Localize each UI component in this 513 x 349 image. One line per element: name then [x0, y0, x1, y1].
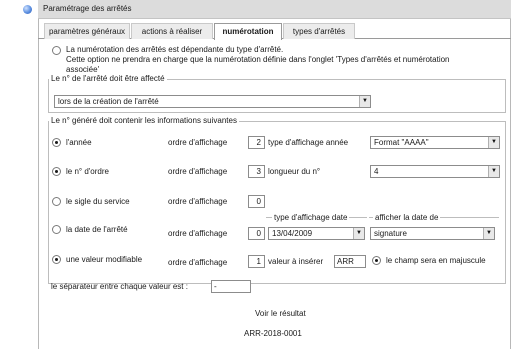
- sigle-radio[interactable]: [52, 197, 61, 206]
- date-type-value: 13/04/2009: [272, 229, 313, 238]
- date-display-value: signature: [374, 229, 407, 238]
- view-result-link[interactable]: Voir le résultat: [255, 309, 306, 319]
- date-type-label: type d'affichage date: [272, 213, 350, 222]
- date-label: la date de l'arrêté: [66, 225, 128, 234]
- dependence-line-1: La numérotation des arrêtés est dépendan…: [66, 45, 284, 54]
- tab-types-arretes[interactable]: types d'arrêtés: [283, 23, 355, 39]
- sigle-label: le sigle du service: [66, 197, 130, 206]
- ordre-length-value: 4: [374, 167, 379, 176]
- year-order-label: ordre d'affichage: [168, 138, 228, 147]
- uppercase-radio[interactable]: [372, 256, 381, 265]
- chevron-down-icon[interactable]: ▼: [488, 166, 499, 177]
- tab-numerotation[interactable]: numérotation: [214, 23, 282, 40]
- window-title: Paramétrage des arrêtés: [38, 0, 511, 19]
- year-type-select[interactable]: Format "AAAA" ▼: [370, 136, 500, 149]
- year-label: l'année: [66, 138, 92, 147]
- content-legend: Le n° généré doit contenir les informati…: [49, 116, 239, 125]
- tab-parametres-generaux[interactable]: paramètres généraux: [44, 23, 130, 39]
- sigle-order-label: ordre d'affichage: [168, 197, 228, 206]
- dependence-line-2: Cette option ne prendra en charge que la…: [66, 55, 450, 64]
- ordre-length-label: longueur du n°: [268, 167, 321, 176]
- ordre-order-label: ordre d'affichage: [168, 167, 228, 176]
- chevron-down-icon[interactable]: ▼: [488, 137, 499, 148]
- chevron-down-icon[interactable]: ▼: [353, 228, 364, 239]
- date-radio[interactable]: [52, 225, 61, 234]
- ordre-length-select[interactable]: 4 ▼: [370, 165, 500, 178]
- ordre-radio[interactable]: [52, 167, 61, 176]
- custom-insert-label: valeur à insérer: [268, 257, 324, 266]
- uppercase-label: le champ sera en majuscule: [386, 256, 486, 265]
- separator-input[interactable]: -: [211, 280, 251, 293]
- date-display-label: afficher la date de: [373, 213, 441, 222]
- affect-select-value: lors de la création de l'arrêté: [58, 97, 159, 106]
- affect-legend: Le n° de l'arrêté doit être affecté: [49, 74, 167, 83]
- year-order-input[interactable]: 2: [248, 136, 265, 149]
- year-radio[interactable]: [52, 138, 61, 147]
- year-type-label: type d'affichage année: [268, 138, 349, 147]
- date-display-select[interactable]: signature ▼: [370, 227, 495, 240]
- app-orb-icon: [23, 5, 32, 14]
- tab-actions-a-realiser[interactable]: actions à réaliser: [131, 23, 213, 39]
- chevron-down-icon[interactable]: ▼: [359, 96, 370, 107]
- affect-select[interactable]: lors de la création de l'arrêté ▼: [54, 95, 371, 108]
- date-type-select[interactable]: 13/04/2009 ▼: [268, 227, 365, 240]
- year-type-value: Format "AAAA": [374, 138, 429, 147]
- date-order-label: ordre d'affichage: [168, 229, 228, 238]
- tab-bar: paramètres généraux actions à réaliser n…: [38, 22, 511, 40]
- separator-label: le séparateur entre chaque valeur est :: [51, 282, 188, 291]
- ordre-label: le n° d'ordre: [66, 167, 109, 176]
- custom-radio[interactable]: [52, 255, 61, 264]
- custom-insert-input[interactable]: ARR: [334, 255, 366, 268]
- custom-label: une valeur modifiable: [66, 255, 143, 264]
- custom-order-input[interactable]: 1: [248, 255, 265, 268]
- result-value: ARR-2018-0001: [244, 329, 302, 338]
- ordre-order-input[interactable]: 3: [248, 165, 265, 178]
- dependence-radio[interactable]: [52, 46, 61, 55]
- chevron-down-icon[interactable]: ▼: [483, 228, 494, 239]
- sigle-order-input[interactable]: 0: [248, 195, 265, 208]
- date-order-input[interactable]: 0: [248, 227, 265, 240]
- custom-order-label: ordre d'affichage: [168, 258, 228, 267]
